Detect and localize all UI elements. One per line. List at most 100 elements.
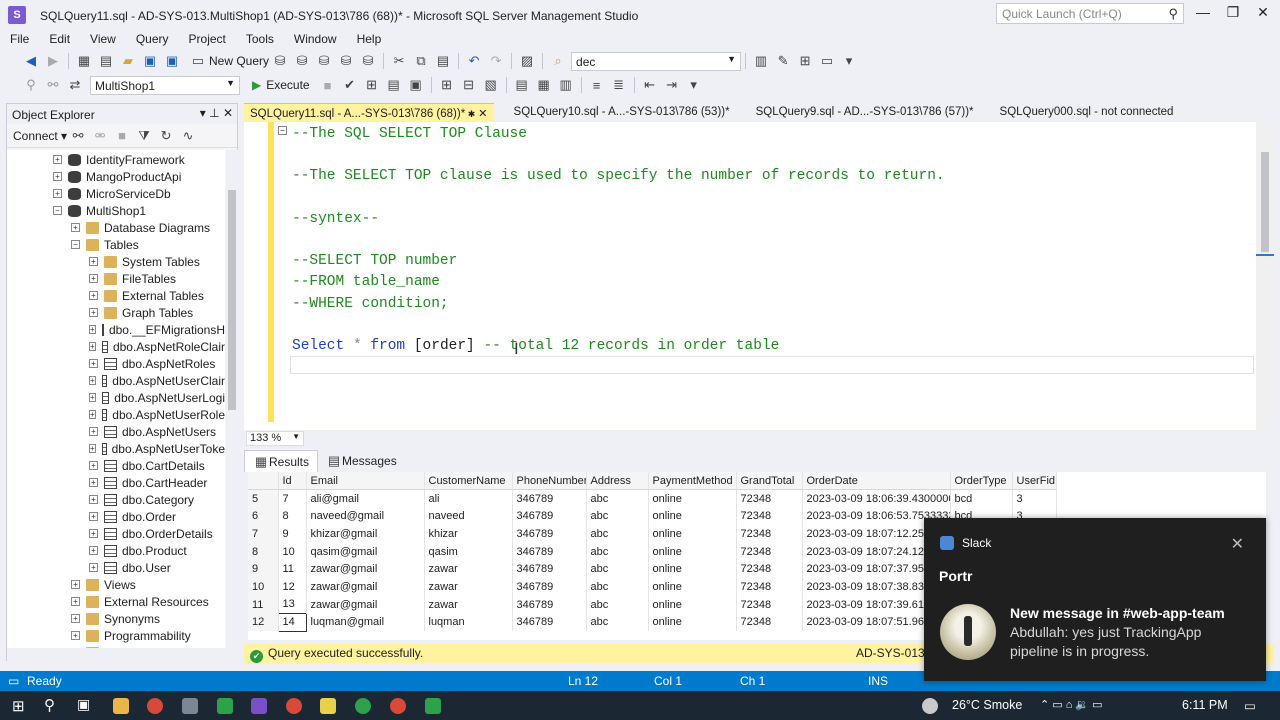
panel-controls[interactable]: ▾ ⊥ ✕: [200, 106, 233, 120]
maximize-button[interactable]: ❐: [1218, 4, 1248, 24]
tree-item[interactable]: + External Resources: [7, 593, 225, 610]
tree-horizontal-scrollbar[interactable]: [7, 648, 239, 662]
comment-icon[interactable]: ≡: [587, 75, 607, 95]
save-icon[interactable]: ▣: [140, 51, 160, 71]
parse-icon[interactable]: ✔: [340, 75, 360, 95]
tab-messages[interactable]: ▤ Messages: [318, 450, 405, 472]
document-tab[interactable]: SQLQuery11.sql - A...-SYS-013\786 (68))*…: [244, 103, 494, 122]
column-header[interactable]: UserFid: [1012, 472, 1057, 491]
column-header[interactable]: [248, 472, 279, 491]
redo-icon[interactable]: ↷: [486, 51, 506, 71]
increase-indent-icon[interactable]: ⇥: [662, 75, 682, 95]
tree-item[interactable]: + MangoProductApi: [7, 168, 225, 185]
table-cell[interactable]: zawar@gmail: [306, 578, 425, 596]
column-header[interactable]: PhoneNumber: [512, 472, 587, 491]
chrome-icon[interactable]: [286, 698, 302, 714]
cut-icon[interactable]: ✂: [389, 51, 409, 71]
chrome-icon[interactable]: [390, 698, 406, 714]
table-cell[interactable]: zawar: [424, 578, 513, 596]
table-cell[interactable]: online: [648, 595, 737, 614]
scroll-thumb[interactable]: [1261, 152, 1269, 252]
collapse-icon[interactable]: −: [71, 240, 80, 249]
table-cell[interactable]: 2023-03-09 18:06:39.4300000: [802, 489, 951, 508]
document-tab[interactable]: SQLQuery9.sql - AD...-SYS-013\786 (57))*: [750, 103, 980, 122]
tree-item[interactable]: + Views: [7, 576, 225, 593]
tree-item[interactable]: + dbo.AspNetUserRole: [7, 406, 225, 423]
table-cell[interactable]: online: [648, 578, 737, 596]
decrease-indent-icon[interactable]: ⇤: [640, 75, 660, 95]
menu-view[interactable]: View: [90, 32, 116, 46]
dmx-query-icon[interactable]: ⛁: [314, 51, 334, 71]
tree-item[interactable]: + dbo.Category: [7, 491, 225, 508]
tree-item[interactable]: + dbo.CartHeader: [7, 474, 225, 491]
connect-icon[interactable]: ⚲: [21, 75, 41, 95]
table-cell[interactable]: 346789: [512, 507, 587, 526]
document-tab[interactable]: SQLQuery000.sql - not connected: [994, 103, 1180, 122]
find-in-files-icon[interactable]: ⌕: [548, 51, 568, 71]
menu-help[interactable]: Help: [357, 32, 382, 46]
expand-icon[interactable]: +: [89, 291, 98, 300]
document-tab[interactable]: SQLQuery10.sql - A...-SYS-013\786 (53))*: [508, 103, 736, 122]
table-cell[interactable]: 7: [278, 489, 307, 508]
task-view-icon[interactable]: ▣: [77, 696, 90, 713]
table-cell[interactable]: online: [648, 507, 737, 526]
execute-button[interactable]: ▶ Execute: [252, 78, 310, 92]
menu-tools[interactable]: Tools: [246, 32, 274, 46]
search-icon[interactable]: ⚲: [44, 696, 55, 714]
dax-query-icon[interactable]: ⛁: [358, 51, 378, 71]
include-plan-icon[interactable]: ⊞: [437, 75, 457, 95]
row-number[interactable]: 5: [248, 489, 279, 508]
results-to-grid-icon[interactable]: ▦: [534, 75, 554, 95]
activity-icon[interactable]: ∿: [178, 126, 198, 146]
table-cell[interactable]: online: [648, 560, 737, 579]
table-cell[interactable]: 3: [1012, 489, 1057, 508]
paste-icon[interactable]: ▤: [433, 51, 453, 71]
table-cell[interactable]: qasim@gmail: [306, 542, 425, 561]
chrome-canary-icon[interactable]: [355, 698, 371, 714]
solution-explorer-icon[interactable]: ▥: [751, 51, 771, 71]
copy-icon[interactable]: ⧉: [411, 51, 431, 71]
table-cell[interactable]: 72348: [736, 525, 803, 543]
tree-item[interactable]: − MultiShop1: [7, 202, 225, 219]
xmla-query-icon[interactable]: ⛁: [336, 51, 356, 71]
expand-icon[interactable]: +: [71, 614, 80, 623]
table-cell[interactable]: 72348: [736, 489, 803, 508]
query-options-icon[interactable]: ▤: [384, 75, 404, 95]
expand-icon[interactable]: +: [89, 461, 98, 470]
expand-icon[interactable]: +: [89, 308, 98, 317]
table-cell[interactable]: 12: [278, 578, 307, 596]
filter-icon[interactable]: ⧩: [134, 126, 154, 146]
collapse-region-icon[interactable]: −: [278, 126, 287, 135]
app-icon[interactable]: [182, 698, 198, 714]
stop-object-icon[interactable]: ■: [112, 126, 132, 146]
minimize-button[interactable]: —: [1188, 4, 1218, 24]
system-tray-icons[interactable]: ⌃ ▭ ⌂ 🔉 ▭: [1040, 698, 1103, 711]
results-to-text-icon[interactable]: ▤: [512, 75, 532, 95]
table-cell[interactable]: 9: [278, 525, 307, 543]
expand-icon[interactable]: +: [71, 631, 80, 640]
table-cell[interactable]: zawar: [424, 595, 513, 614]
tree-item[interactable]: + MicroServiceDb: [7, 185, 225, 202]
table-cell[interactable]: luqman@gmail: [306, 613, 425, 632]
table-cell[interactable]: 346789: [512, 595, 587, 614]
tree-item[interactable]: + dbo.AspNetRoleClair: [7, 338, 225, 355]
column-header[interactable]: OrderType: [950, 472, 1013, 491]
back-icon[interactable]: ◀: [21, 51, 41, 71]
expand-icon[interactable]: +: [53, 155, 62, 164]
table-cell[interactable]: bcd: [950, 489, 1013, 508]
table-cell[interactable]: online: [648, 542, 737, 561]
ssms-taskbar-icon[interactable]: [320, 698, 336, 714]
expand-icon[interactable]: +: [89, 257, 98, 266]
table-cell[interactable]: 72348: [736, 595, 803, 614]
table-cell[interactable]: abc: [586, 560, 649, 579]
column-header[interactable]: OrderDate: [802, 472, 951, 491]
toolbox-icon[interactable]: ⊞: [795, 51, 815, 71]
tree-item[interactable]: + External Tables: [7, 287, 225, 304]
menu-window[interactable]: Window: [294, 32, 337, 46]
weather-text[interactable]: 26°C Smoke: [952, 698, 1022, 712]
menu-file[interactable]: File: [10, 32, 29, 46]
toolbar-options-icon[interactable]: ▾: [839, 51, 859, 71]
forward-icon[interactable]: ▶: [43, 51, 63, 71]
disconnect-object-icon[interactable]: ⚮: [90, 126, 110, 146]
windows-start-icon[interactable]: ⊞: [12, 697, 25, 715]
